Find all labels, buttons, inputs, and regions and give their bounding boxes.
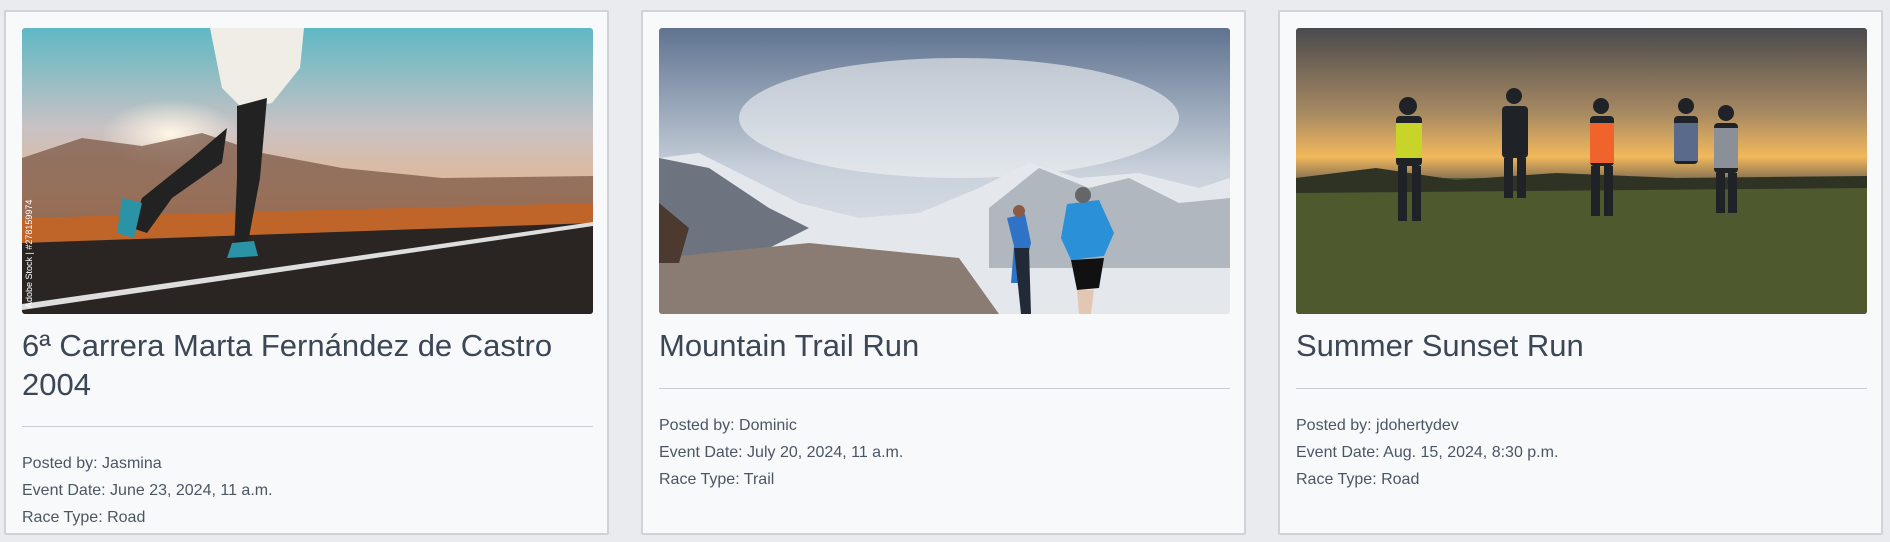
event-card[interactable]: Mountain Trail Run Posted by: Dominic Ev… xyxy=(641,10,1246,535)
event-meta: Posted by: Jasmina Event Date: June 23, … xyxy=(22,450,273,531)
card-divider xyxy=(22,426,593,427)
event-image-mountain-trail[interactable] xyxy=(659,28,1230,314)
posted-by: Posted by: Dominic xyxy=(659,417,797,434)
event-meta: Posted by: jdohertydev Event Date: Aug. … xyxy=(1296,412,1558,493)
event-image-road-runner[interactable]: Adobe Stock | #278159974 xyxy=(22,28,593,314)
event-title[interactable]: Mountain Trail Run xyxy=(659,326,1230,365)
race-type: Race Type: Road xyxy=(1296,471,1420,488)
race-type: Race Type: Road xyxy=(22,509,146,526)
event-date: Event Date: July 20, 2024, 11 a.m. xyxy=(659,444,904,461)
event-meta: Posted by: Dominic Event Date: July 20, … xyxy=(659,412,903,493)
race-type: Race Type: Trail xyxy=(659,471,775,488)
event-title[interactable]: Summer Sunset Run xyxy=(1296,326,1867,365)
event-card[interactable]: Adobe Stock | #278159974 6ª Carrera Mart… xyxy=(4,10,609,535)
event-card[interactable]: Summer Sunset Run Posted by: jdohertydev… xyxy=(1278,10,1883,535)
card-divider xyxy=(1296,388,1867,389)
posted-by: Posted by: jdohertydev xyxy=(1296,417,1459,434)
card-divider xyxy=(659,388,1230,389)
event-image-sunset-group[interactable] xyxy=(1296,28,1867,314)
event-date: Event Date: Aug. 15, 2024, 8:30 p.m. xyxy=(1296,444,1559,461)
event-date: Event Date: June 23, 2024, 11 a.m. xyxy=(22,482,273,499)
posted-by: Posted by: Jasmina xyxy=(22,455,162,472)
image-watermark: Adobe Stock | #278159974 xyxy=(24,200,34,308)
event-title[interactable]: 6ª Carrera Marta Fernández de Castro 200… xyxy=(22,326,593,404)
event-card-grid: Adobe Stock | #278159974 6ª Carrera Mart… xyxy=(0,0,1890,542)
